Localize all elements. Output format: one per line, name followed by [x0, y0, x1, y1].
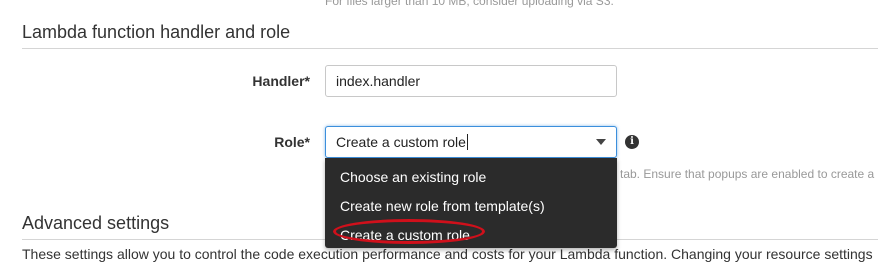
role-help-text: tab. Ensure that popups are enabled to c…: [620, 167, 875, 181]
text-cursor: [466, 134, 468, 150]
dropdown-option-custom-role[interactable]: Create a custom role: [325, 221, 617, 250]
chevron-down-icon[interactable]: [596, 139, 606, 145]
role-label: Role*: [274, 134, 310, 150]
section-title-handler-role: Lambda function handler and role: [22, 22, 291, 42]
handler-label: Handler*: [252, 73, 310, 89]
role-select-value: Create a custom role: [336, 134, 466, 150]
section-divider: [22, 48, 878, 49]
role-select[interactable]: Create a custom role: [325, 126, 617, 158]
upload-size-hint: For files larger than 10 MB, consider up…: [325, 0, 614, 8]
section-title-advanced: Advanced settings: [22, 213, 170, 233]
info-icon[interactable]: i: [625, 135, 639, 149]
dropdown-option-existing-role[interactable]: Choose an existing role: [325, 163, 617, 192]
handler-input[interactable]: index.handler: [325, 65, 617, 97]
dropdown-option-role-from-template[interactable]: Create new role from template(s): [325, 192, 617, 221]
role-dropdown-menu: Choose an existing role Create new role …: [325, 158, 617, 248]
